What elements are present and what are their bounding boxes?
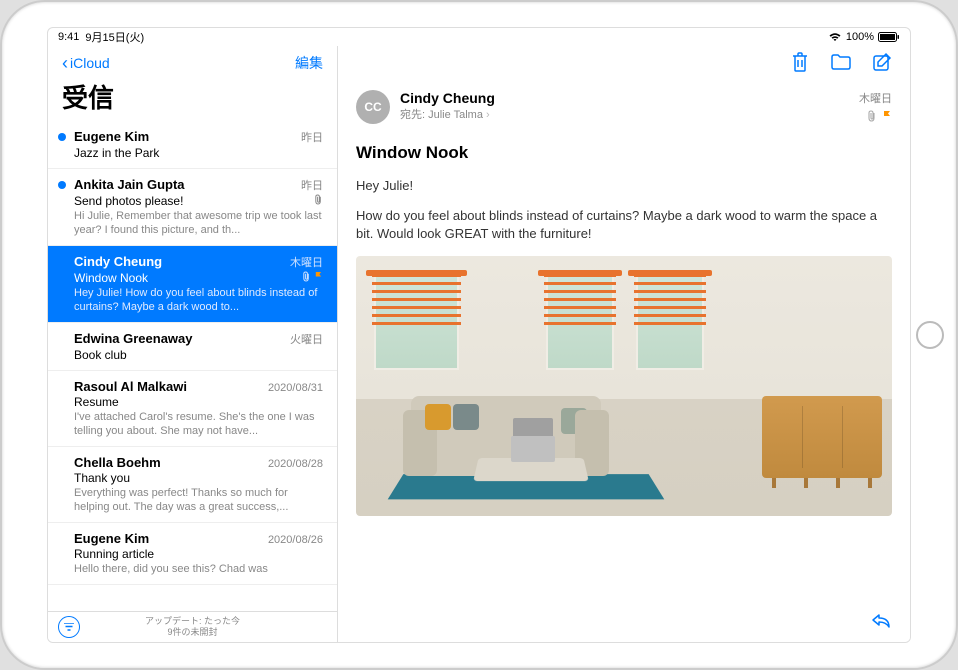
message-item[interactable]: Rasoul Al Malkawi 2020/08/31 ResumeI've at… xyxy=(48,371,337,447)
chevron-left-icon: ‹ xyxy=(62,53,68,74)
msg-date: 2020/08/26 xyxy=(268,534,323,546)
message-item[interactable]: Eugene Kim 2020/08/26 Running articleHello… xyxy=(48,523,337,585)
folder-icon[interactable] xyxy=(830,53,852,76)
detail-text: Hey Julie! How do you feel about blinds … xyxy=(356,177,892,244)
footer-status: アップデート: たった今 9件の未開封 xyxy=(145,616,240,638)
message-detail-pane: CC Cindy Cheung 宛先: Julie Talma › 木曜日 xyxy=(338,46,910,642)
sidebar-footer: アップデート: たった今 9件の未開封 xyxy=(48,611,337,642)
detail-subject: Window Nook xyxy=(356,143,892,163)
unread-dot-icon xyxy=(58,181,66,189)
battery-percent: 100% xyxy=(846,31,874,43)
detail-paragraph: How do you feel about blinds instead of … xyxy=(356,207,892,243)
msg-sender: Ankita Jain Gupta xyxy=(74,177,185,192)
msg-sender: Edwina Greenaway xyxy=(74,331,193,346)
detail-toolbar xyxy=(338,46,910,82)
msg-sender: Chella Boehm xyxy=(74,455,161,470)
update-status: アップデート: たった今 xyxy=(145,616,240,627)
message-list[interactable]: Eugene Kim 昨日 Jazz in the Park Ankita Jain … xyxy=(48,121,337,611)
msg-subject: Jazz in the Park xyxy=(74,146,159,160)
battery-icon xyxy=(878,32,900,42)
wifi-icon xyxy=(828,32,842,42)
message-item[interactable]: Ankita Jain Gupta 昨日 Send photos please!Hi… xyxy=(48,169,337,246)
trash-icon[interactable] xyxy=(790,51,810,78)
detail-sender[interactable]: Cindy Cheung xyxy=(400,90,849,106)
detail-header: CC Cindy Cheung 宛先: Julie Talma › 木曜日 xyxy=(356,90,892,125)
home-button[interactable] xyxy=(916,321,944,349)
flag-icon xyxy=(882,110,892,125)
message-item[interactable]: Edwina Greenaway 火曜日 Book club xyxy=(48,323,337,371)
unread-dot-icon xyxy=(58,133,66,141)
msg-sender: Eugene Kim xyxy=(74,129,149,144)
status-time: 9:41 xyxy=(58,31,79,43)
reply-icon[interactable] xyxy=(870,611,892,634)
msg-sender: Eugene Kim xyxy=(74,531,149,546)
msg-preview: I've attached Carol's resume. She's the … xyxy=(74,410,323,438)
recipient-label: 宛先: xyxy=(400,109,425,121)
msg-subject: Running article xyxy=(74,547,154,561)
msg-date: 昨日 xyxy=(301,129,323,145)
screen: 9:41 9月15日(火) 100% ‹ iClou xyxy=(47,27,911,643)
detail-body: CC Cindy Cheung 宛先: Julie Talma › 木曜日 xyxy=(338,82,910,642)
ipad-frame: 9:41 9月15日(火) 100% ‹ iClou xyxy=(0,0,958,670)
flag-icon xyxy=(314,271,323,285)
unread-count: 9件の未開封 xyxy=(145,627,240,638)
attachment-icon xyxy=(867,110,877,125)
mail-app: ‹ iCloud 編集 受信 Eugene Kim 昨日 Jazz in the P… xyxy=(48,46,910,642)
msg-date: 木曜日 xyxy=(290,254,323,270)
compose-icon[interactable] xyxy=(872,52,892,77)
message-list-pane: ‹ iCloud 編集 受信 Eugene Kim 昨日 Jazz in the P… xyxy=(48,46,338,642)
message-item[interactable]: Chella Boehm 2020/08/28 Thank youEverythin… xyxy=(48,447,337,523)
filter-button[interactable] xyxy=(58,616,80,638)
attachment-icon xyxy=(314,194,323,208)
attached-image[interactable] xyxy=(356,256,892,516)
msg-preview: Everything was perfect! Thanks so much f… xyxy=(74,486,323,514)
msg-preview: Hey Julie! How do you feel about blinds … xyxy=(74,286,323,314)
msg-subject: Send photos please! xyxy=(74,194,183,208)
edit-button[interactable]: 編集 xyxy=(295,53,323,73)
back-label: iCloud xyxy=(70,55,110,71)
msg-subject: Book club xyxy=(74,348,127,362)
msg-date: 昨日 xyxy=(301,177,323,193)
msg-subject: Resume xyxy=(74,395,119,409)
msg-date: 2020/08/31 xyxy=(268,382,323,394)
message-item[interactable]: Cindy Cheung 木曜日 Window NookHey Julie! How… xyxy=(48,246,337,323)
msg-sender: Rasoul Al Malkawi xyxy=(74,379,187,394)
msg-date: 火曜日 xyxy=(290,331,323,347)
inbox-title: 受信 xyxy=(62,78,323,115)
msg-sender: Cindy Cheung xyxy=(74,254,162,269)
detail-recipient[interactable]: 宛先: Julie Talma › xyxy=(400,106,849,122)
status-bar: 9:41 9月15日(火) 100% xyxy=(48,28,910,46)
msg-preview: Hi Julie, Remember that awesome trip we … xyxy=(74,209,323,237)
detail-greeting: Hey Julie! xyxy=(356,177,892,195)
back-button[interactable]: ‹ iCloud xyxy=(62,53,110,74)
status-date: 9月15日(火) xyxy=(85,29,144,45)
msg-date: 2020/08/28 xyxy=(268,458,323,470)
msg-preview: Hello there, did you see this? Chad was xyxy=(74,562,323,576)
chevron-right-icon: › xyxy=(486,109,490,121)
recipient-name: Julie Talma xyxy=(428,109,483,121)
msg-subject: Thank you xyxy=(74,471,130,485)
detail-date: 木曜日 xyxy=(859,90,892,106)
msg-subject: Window Nook xyxy=(74,271,148,285)
message-item[interactable]: Eugene Kim 昨日 Jazz in the Park xyxy=(48,121,337,169)
avatar[interactable]: CC xyxy=(356,90,390,124)
attachment-icon xyxy=(302,271,311,285)
